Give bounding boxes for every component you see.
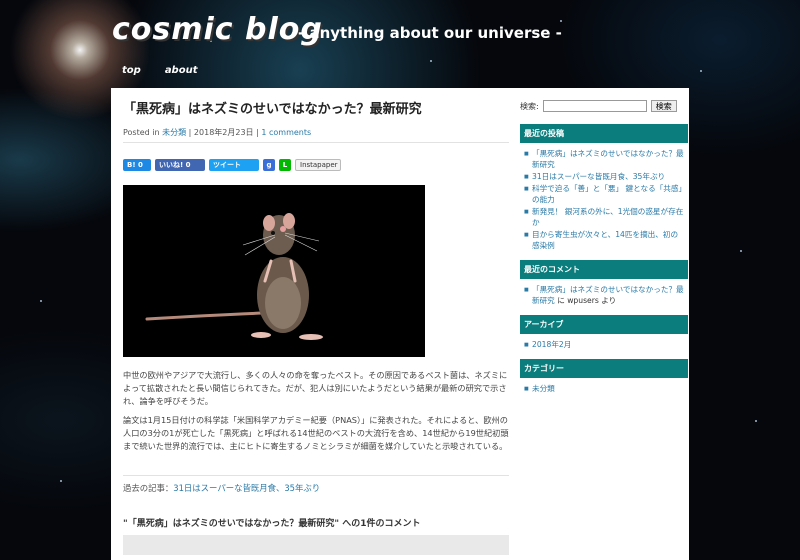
archive-link[interactable]: 2018年2月 (524, 339, 684, 351)
meta-comments-link[interactable]: 1 comments (261, 128, 311, 137)
search-form: 検索: 検索 (520, 100, 688, 112)
past-post-link[interactable]: 31日はスーパーな皆既月食、35年ぶり (173, 483, 320, 493)
recent-post-link[interactable]: 31日はスーパーな皆既月食、35年ぶり (524, 171, 684, 183)
star (430, 60, 432, 62)
site-title[interactable]: cosmic blog (112, 12, 323, 47)
comments-heading: "「黒死病」はネズミのせいではなかった？最新研究" への1件のコメント (123, 519, 421, 529)
nav-about[interactable]: about (165, 65, 198, 76)
search-input[interactable] (542, 100, 647, 112)
recent-post-link[interactable]: 「黒死病」はネズミのせいではなかった？最新研究 (524, 148, 684, 170)
category-link[interactable]: 未分類 (524, 383, 684, 395)
recent-comment-connector: に (557, 296, 565, 305)
post-title[interactable]: 「黒死病」はネズミのせいではなかった？最新研究 (123, 98, 509, 117)
google-share-button[interactable]: g (263, 159, 275, 171)
share-buttons: B! 0 いいね! 0 ツイート g L Instapaper (123, 159, 509, 171)
widget-title: 最近のコメント (520, 260, 688, 279)
widget-title: アーカイブ (520, 315, 688, 334)
star (740, 250, 742, 252)
comment-entry (123, 535, 509, 555)
twitter-tweet-button[interactable]: ツイート (209, 159, 259, 171)
widget-title: カテゴリー (520, 359, 688, 378)
past-label: 過去の記事： (123, 483, 174, 493)
recent-posts-widget: 最近の投稿 「黒死病」はネズミのせいではなかった？最新研究 31日はスーパーな皆… (520, 124, 688, 260)
search-button[interactable]: 検索 (650, 100, 677, 112)
search-label: 検索: (520, 101, 539, 111)
recent-comment-suffix: より (601, 296, 617, 305)
star (560, 20, 562, 22)
site-tagline: - anything about our universe - (298, 24, 562, 42)
nav-top[interactable]: top (122, 65, 141, 76)
recent-comment-author: wpusers (567, 296, 599, 305)
recent-comments-widget: 最近のコメント 「黒死病」はネズミのせいではなかった？最新研究 に wpuser… (520, 260, 688, 315)
rat-illustration (123, 185, 425, 357)
categories-widget: カテゴリー 未分類 (520, 359, 688, 403)
post-article: 「黒死病」はネズミのせいではなかった？最新研究 Posted in 未分類 | … (123, 98, 509, 555)
star (40, 300, 42, 302)
star (755, 420, 757, 422)
main-nav: top about (122, 65, 198, 76)
post-paragraph: 中世の欧州やアジアで大流行し、多くの人々の命を奪ったペスト。その原因であるペスト… (123, 370, 508, 406)
star (60, 480, 62, 482)
star (700, 70, 702, 72)
recent-post-link[interactable]: 新発見！ 銀河系の外に、1光個の惑星が存在か (524, 206, 684, 228)
meta-date: 2018年2月23日 (193, 128, 254, 137)
meta-prefix: Posted in (123, 128, 160, 137)
post-meta: Posted in 未分類 | 2018年2月23日 | 1 comments (123, 127, 509, 143)
sidebar: 検索: 検索 最近の投稿 「黒死病」はネズミのせいではなかった？最新研究 31日… (520, 100, 688, 403)
meta-category-link[interactable]: 未分類 (162, 128, 186, 137)
facebook-like-button[interactable]: いいね! 0 (155, 159, 205, 171)
recent-post-link[interactable]: 科学で迫る「善」と「悪」 鍵となる「共感」の能力 (524, 183, 684, 205)
hatena-bookmark-button[interactable]: B! 0 (123, 159, 151, 171)
line-share-button[interactable]: L (279, 159, 291, 171)
instapaper-button[interactable]: Instapaper (295, 159, 341, 171)
post-paragraph: 論文は1月15日付けの科学誌「米国科学アカデミー紀要（PNAS）」に発表された。… (123, 415, 509, 451)
recent-post-link[interactable]: 目から寄生虫が次々と、14匹を摘出、初の感染例 (524, 229, 684, 251)
widget-title: 最近の投稿 (520, 124, 688, 143)
rat-photo (123, 185, 425, 357)
recent-comment-item: 「黒死病」はネズミのせいではなかった？最新研究 に wpusers より (524, 284, 684, 306)
past-posts: 過去の記事：31日はスーパーな皆既月食、35年ぶり (123, 475, 509, 494)
archive-widget: アーカイブ 2018年2月 (520, 315, 688, 359)
content-panel: 「黒死病」はネズミのせいではなかった？最新研究 Posted in 未分類 | … (111, 88, 689, 560)
